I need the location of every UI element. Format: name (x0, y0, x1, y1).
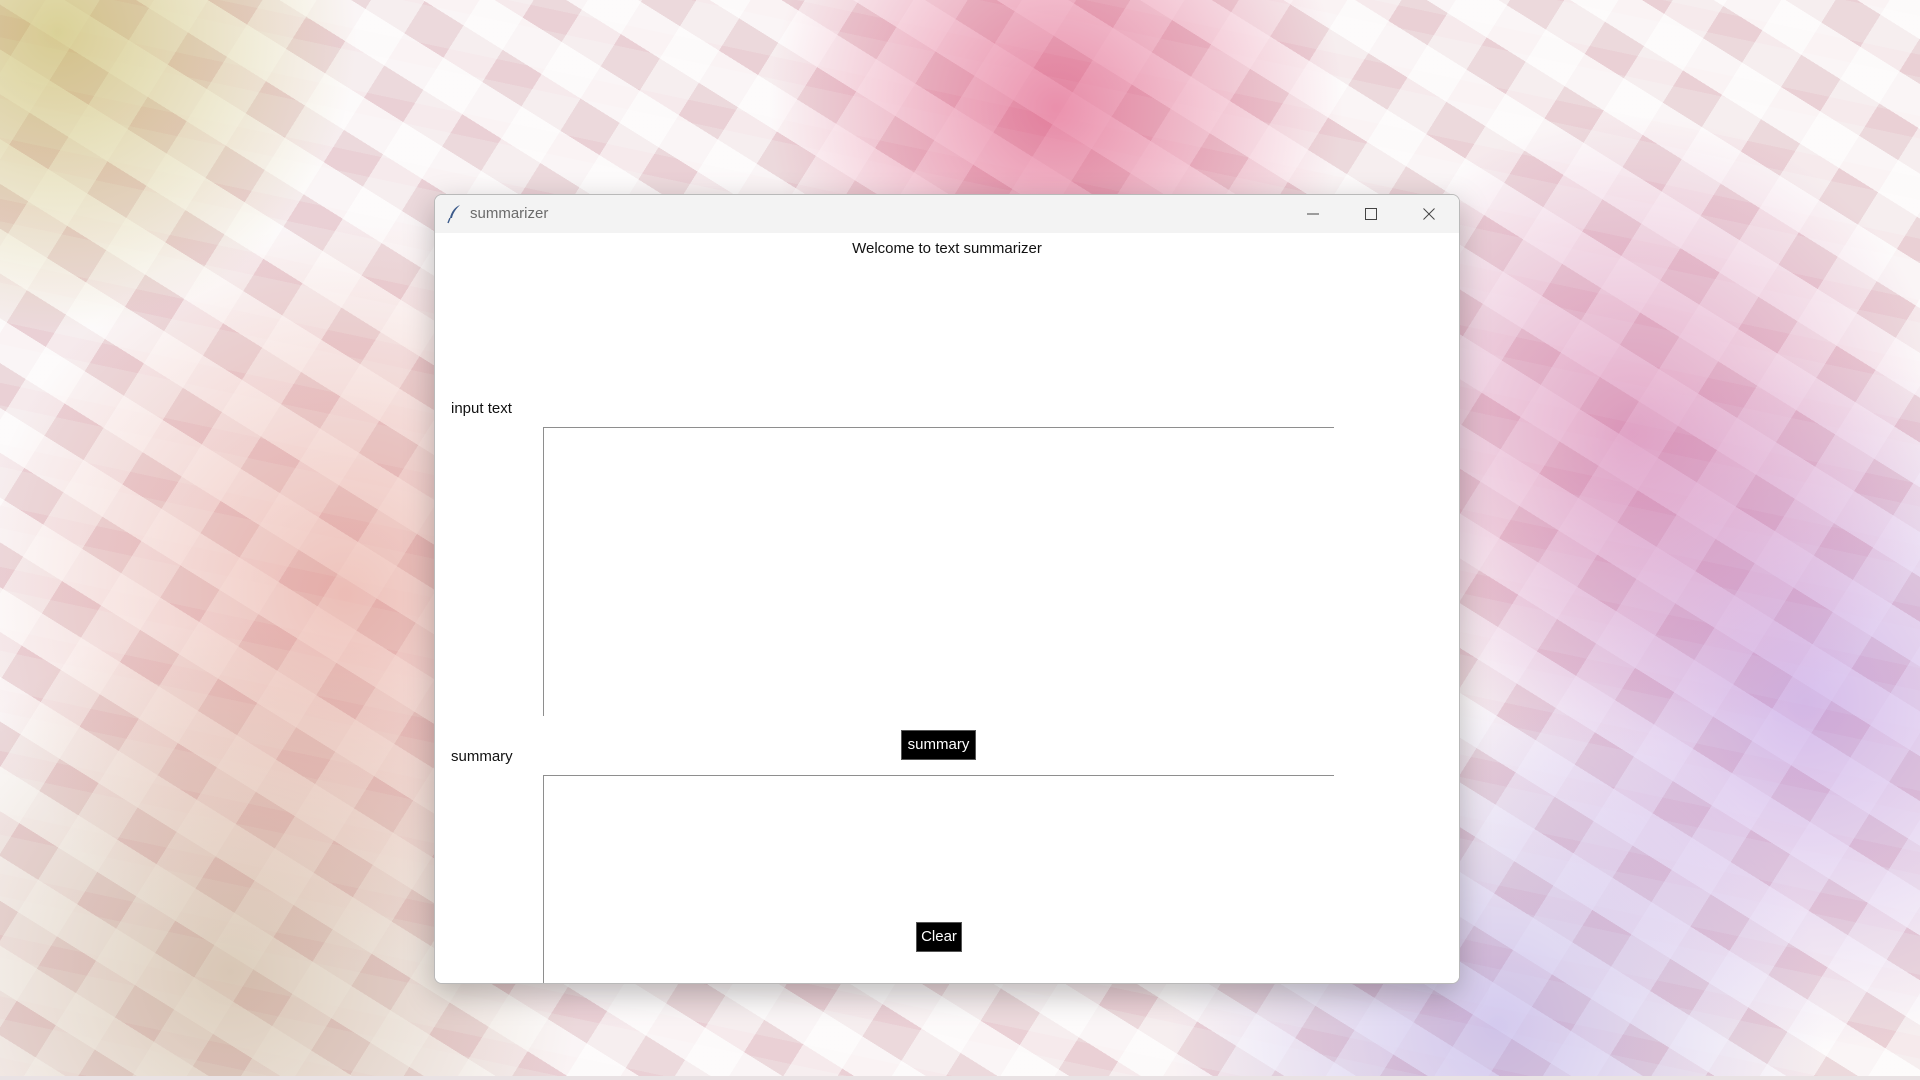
summary-label: summary (451, 748, 513, 765)
close-button[interactable] (1400, 195, 1458, 233)
app-window: summarizer Welcome to text summarizer in… (434, 194, 1460, 984)
window-title: summarizer (470, 205, 549, 222)
minimize-icon (1307, 213, 1319, 215)
feather-icon (447, 204, 463, 224)
maximize-icon (1365, 208, 1377, 220)
close-icon (1423, 208, 1435, 220)
input-text-label: input text (451, 400, 512, 417)
maximize-button[interactable] (1342, 195, 1400, 233)
summary-button[interactable]: summary (901, 730, 976, 760)
summary-text-area[interactable] (543, 775, 1334, 983)
welcome-heading: Welcome to text summarizer (852, 240, 1042, 257)
clear-button[interactable]: Clear (916, 922, 962, 952)
input-text-area[interactable] (543, 427, 1334, 716)
desktop-bottom-edge (0, 1076, 1920, 1080)
minimize-button[interactable] (1284, 195, 1342, 233)
title-bar[interactable]: summarizer (435, 195, 1459, 233)
